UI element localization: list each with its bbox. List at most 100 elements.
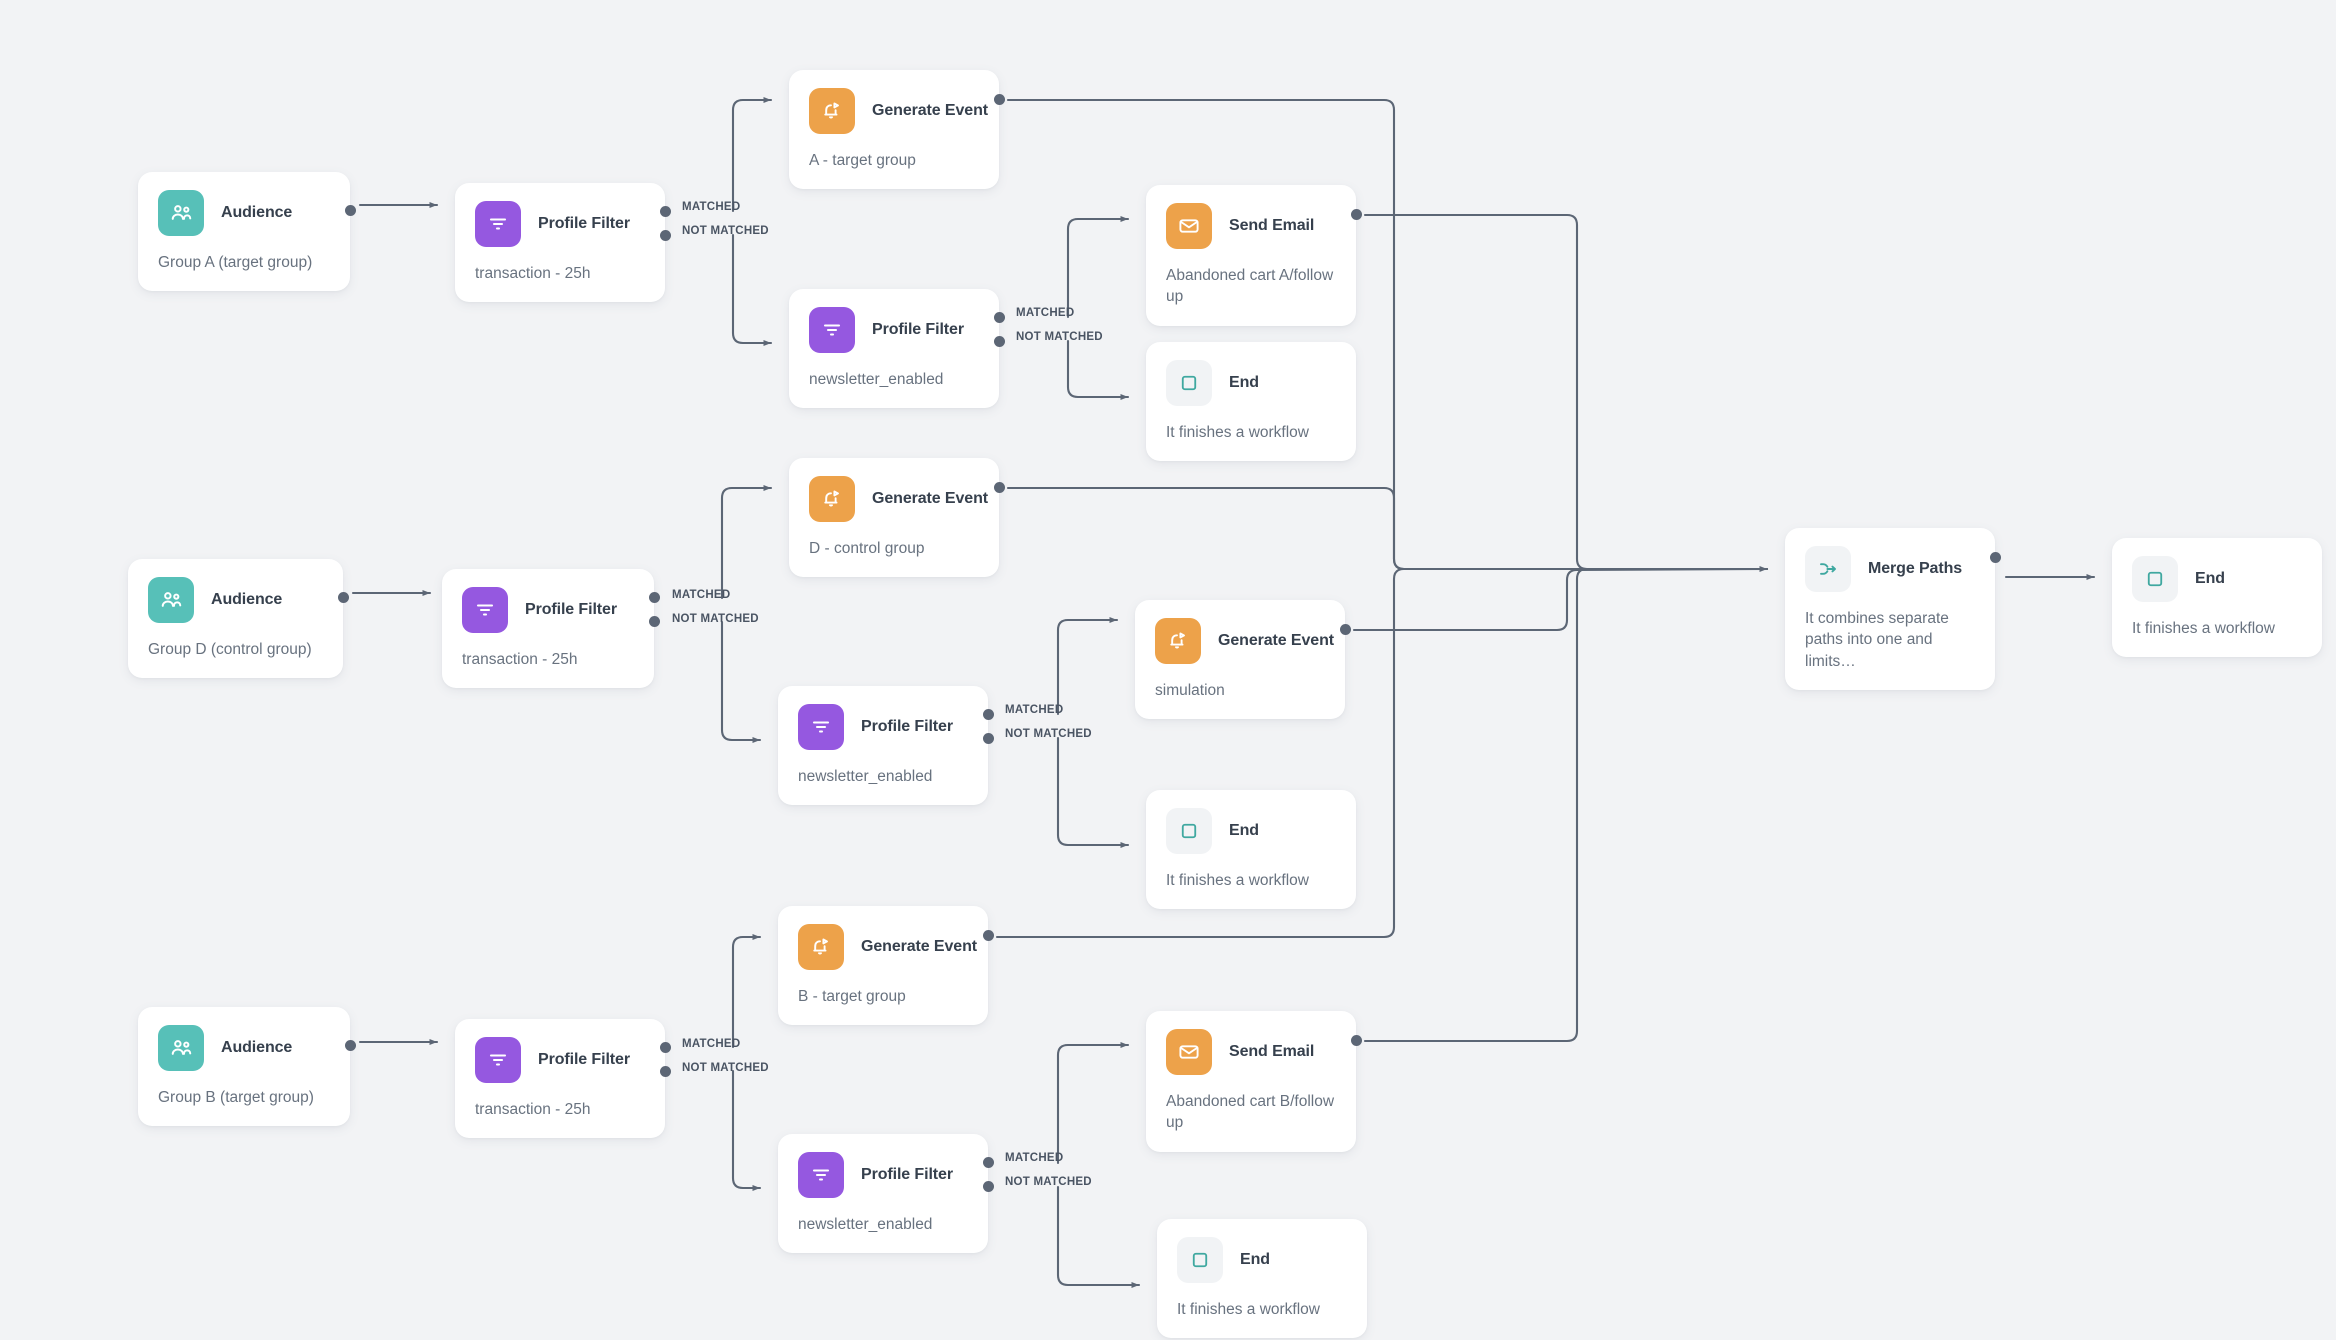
node-title: End: [1229, 822, 1259, 839]
output-port[interactable]: [983, 930, 994, 941]
node-header: Profile Filter: [475, 1037, 645, 1083]
output-port[interactable]: [994, 94, 1005, 105]
node-generate-event-simulation[interactable]: Generate Event simulation: [1135, 600, 1351, 720]
node-audience-b[interactable]: Audience Group B (target group): [138, 1007, 356, 1127]
output-port[interactable]: [345, 205, 356, 216]
node-subtitle: Group B (target group): [158, 1089, 314, 1106]
output-port-not-matched[interactable]: [660, 1066, 671, 1077]
edge-filter-d-notmatched: [720, 620, 762, 744]
node-title: Audience: [221, 204, 293, 221]
node-profile-filter-d-newsletter[interactable]: Profile Filter newsletter_enabled: [778, 686, 994, 806]
node-end-b[interactable]: End It finishes a workflow: [1157, 1219, 1367, 1339]
edge-newsletter-d-matched: [1056, 617, 1119, 716]
node-title: Generate Event: [1218, 632, 1334, 649]
port-label-matched: MATCHED: [1016, 307, 1075, 319]
node-header: Profile Filter: [798, 704, 968, 750]
node-merge-paths[interactable]: Merge Paths It combines separate paths i…: [1785, 528, 2001, 691]
edge-newsletter-a-notmatched: [1066, 339, 1130, 401]
output-port-matched[interactable]: [994, 312, 1005, 323]
node-subtitle: It finishes a workflow: [1166, 872, 1309, 889]
node-title: Send Email: [1229, 217, 1315, 234]
node-title: End: [2195, 570, 2225, 587]
node-title: Send Email: [1229, 1043, 1315, 1060]
output-port-not-matched[interactable]: [983, 733, 994, 744]
node-end-d[interactable]: End It finishes a workflow: [1146, 790, 1356, 910]
node-send-email-a[interactable]: Send Email Abandoned cart A/follow up: [1146, 185, 1362, 326]
node-title: Profile Filter: [872, 321, 964, 338]
edge-simulation-to-merge: [1352, 567, 1769, 632]
port-label-not-matched: NOT MATCHED: [1005, 728, 1092, 740]
output-port-matched[interactable]: [983, 1157, 994, 1168]
node-header: End: [2132, 556, 2302, 602]
node-header: Audience: [158, 190, 330, 236]
edge-filter-a-notmatched: [731, 233, 773, 347]
node-header: Profile Filter: [462, 587, 634, 633]
node-end-a[interactable]: End It finishes a workflow: [1146, 342, 1356, 462]
edge-event-b-to-merge: [995, 567, 1769, 939]
node-audience-a[interactable]: Audience Group A (target group): [138, 172, 356, 292]
output-port-not-matched[interactable]: [994, 336, 1005, 347]
port-label-not-matched: NOT MATCHED: [1016, 331, 1103, 343]
node-end-final[interactable]: End It finishes a workflow: [2112, 538, 2322, 658]
edge-newsletter-b-matched: [1056, 1042, 1130, 1165]
output-port[interactable]: [994, 482, 1005, 493]
edge-event-a-to-merge: [1006, 98, 1769, 573]
output-port-not-matched[interactable]: [983, 1181, 994, 1192]
workflow-canvas[interactable]: Audience Group A (target group) Profile …: [0, 0, 2336, 1340]
node-header: Send Email: [1166, 203, 1336, 249]
node-subtitle: A - target group: [809, 152, 916, 169]
profile-filter-icon: [798, 1152, 844, 1198]
edge-email-b-to-merge: [1363, 567, 1769, 1043]
node-header: Send Email: [1166, 1029, 1336, 1075]
end-icon: [1177, 1237, 1223, 1283]
output-port[interactable]: [1990, 552, 2001, 563]
node-subtitle: transaction - 25h: [462, 651, 578, 668]
node-profile-filter-d-transaction[interactable]: Profile Filter transaction - 25h: [442, 569, 660, 689]
node-subtitle: Group D (control group): [148, 641, 312, 658]
output-port[interactable]: [1351, 1035, 1362, 1046]
send-email-icon: [1166, 203, 1212, 249]
node-generate-event-b-target[interactable]: Generate Event B - target group: [778, 906, 994, 1026]
node-header: Profile Filter: [475, 201, 645, 247]
edge-newsletter-a-matched: [1066, 216, 1130, 319]
node-profile-filter-b-transaction[interactable]: Profile Filter transaction - 25h: [455, 1019, 671, 1139]
node-title: Audience: [221, 1039, 293, 1056]
node-header: Merge Paths: [1805, 546, 1975, 592]
node-subtitle: newsletter_enabled: [798, 768, 933, 785]
node-header: Generate Event: [809, 476, 988, 522]
node-profile-filter-b-newsletter[interactable]: Profile Filter newsletter_enabled: [778, 1134, 994, 1254]
edge-newsletter-b-notmatched: [1056, 1185, 1141, 1289]
node-audience-d[interactable]: Audience Group D (control group): [128, 559, 349, 679]
node-subtitle: It finishes a workflow: [1177, 1301, 1320, 1318]
output-port[interactable]: [1340, 624, 1351, 635]
node-profile-filter-a-transaction[interactable]: Profile Filter transaction - 25h: [455, 183, 671, 303]
node-generate-event-a-target[interactable]: Generate Event A - target group: [789, 70, 1005, 190]
node-header: Audience: [158, 1025, 330, 1071]
node-subtitle: transaction - 25h: [475, 1101, 591, 1118]
output-port-not-matched[interactable]: [660, 230, 671, 241]
port-label-matched: MATCHED: [1005, 1152, 1064, 1164]
output-port-matched[interactable]: [983, 709, 994, 720]
output-port-matched[interactable]: [660, 206, 671, 217]
output-port-matched[interactable]: [649, 592, 660, 603]
end-icon: [2132, 556, 2178, 602]
output-port[interactable]: [1351, 209, 1362, 220]
node-send-email-b[interactable]: Send Email Abandoned cart B/follow up: [1146, 1011, 1362, 1152]
profile-filter-icon: [462, 587, 508, 633]
output-port[interactable]: [338, 592, 349, 603]
port-label-not-matched: NOT MATCHED: [682, 1062, 769, 1074]
end-icon: [1166, 360, 1212, 406]
node-title: Profile Filter: [525, 601, 617, 618]
node-header: Profile Filter: [798, 1152, 968, 1198]
node-generate-event-d-control[interactable]: Generate Event D - control group: [789, 458, 1005, 578]
output-port-not-matched[interactable]: [649, 616, 660, 627]
node-title: End: [1240, 1251, 1270, 1268]
edge-filter-a-matched: [731, 97, 773, 213]
output-port[interactable]: [345, 1040, 356, 1051]
edge-filter-b-notmatched: [731, 1069, 762, 1192]
node-subtitle: newsletter_enabled: [809, 371, 944, 388]
audience-icon: [158, 1025, 204, 1071]
node-profile-filter-a-newsletter[interactable]: Profile Filter newsletter_enabled: [789, 289, 1005, 409]
output-port-matched[interactable]: [660, 1042, 671, 1053]
profile-filter-icon: [475, 1037, 521, 1083]
